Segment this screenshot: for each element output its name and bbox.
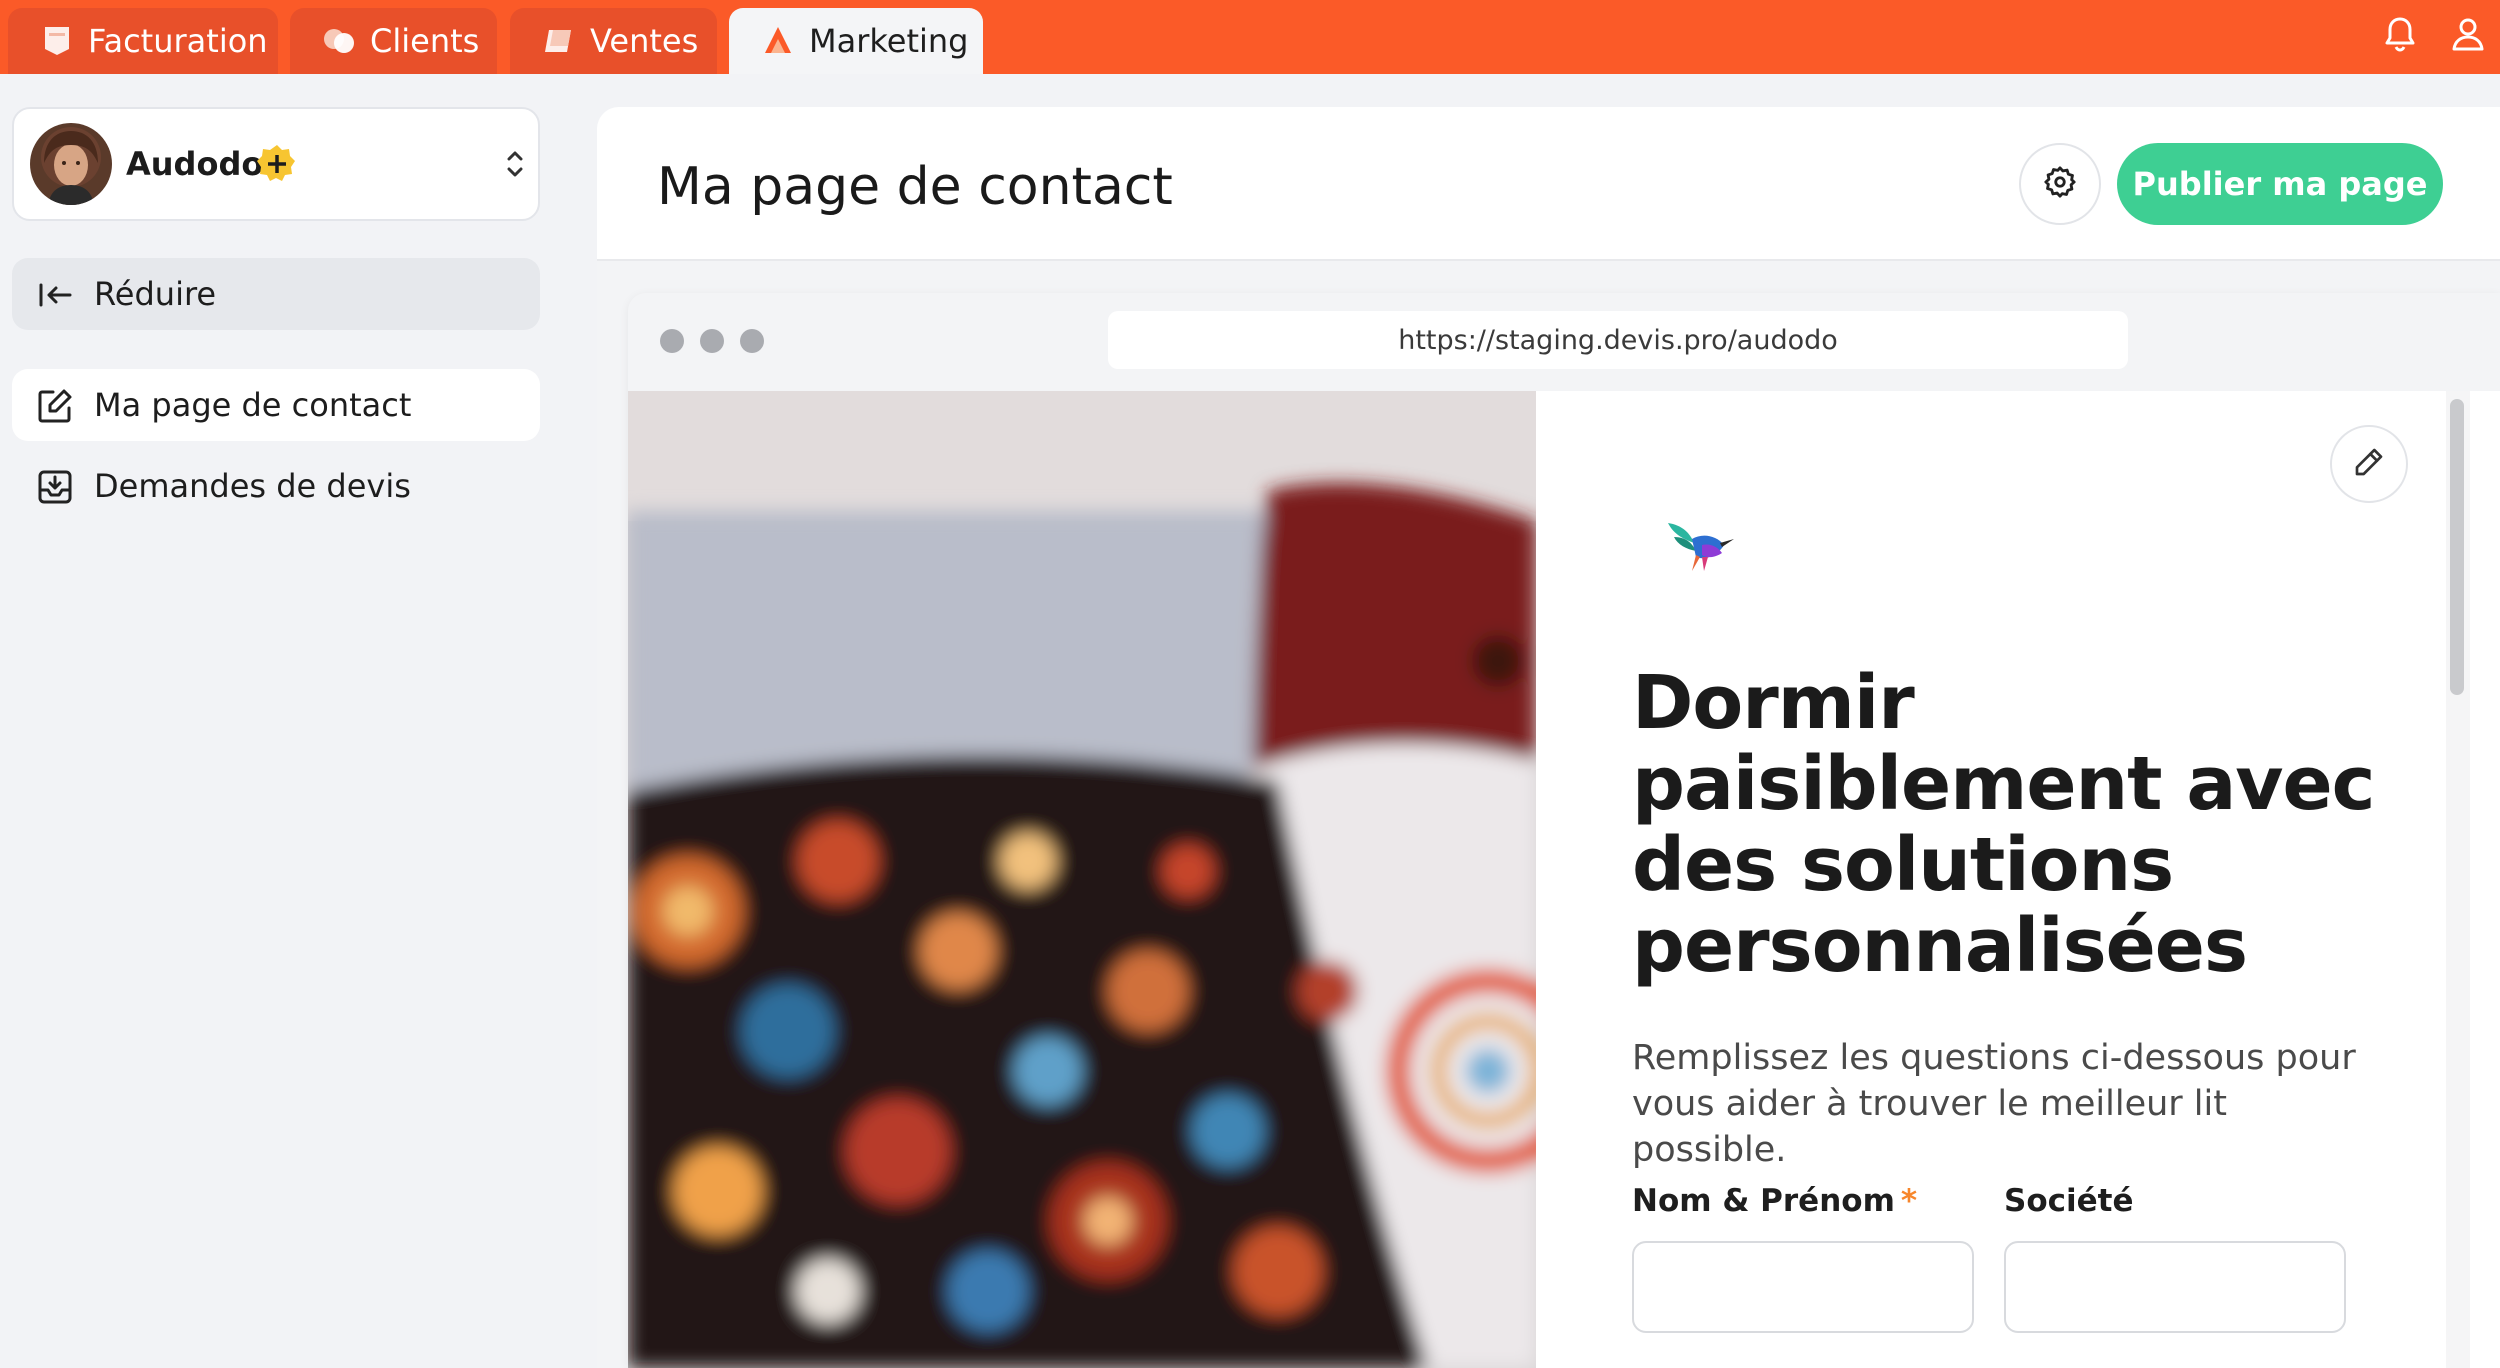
tab-marketing[interactable]: Marketing	[729, 8, 983, 74]
url-bar[interactable]: https://staging.devis.pro/audodo	[1108, 311, 2128, 369]
hero-headline: Dormir paisiblement avec des solutions p…	[1632, 660, 2376, 989]
page-title: Ma page de contact	[657, 157, 1173, 217]
chevron-updown-icon	[502, 147, 528, 181]
browser-preview: https://staging.devis.pro/audodo Dormir …	[628, 293, 2500, 1368]
sidebar-item-label: Ma page de contact	[94, 386, 412, 424]
invoice-icon	[40, 24, 74, 58]
tab-label: Ventes	[590, 22, 699, 60]
settings-button[interactable]	[2019, 143, 2101, 225]
tab-label: Marketing	[809, 22, 969, 60]
clients-icon	[322, 24, 356, 58]
window-dot	[740, 329, 764, 353]
tab-facturation[interactable]: Facturation	[8, 8, 278, 74]
hero-subtext: Remplissez les questions ci-dessous pour…	[1632, 1038, 2356, 1170]
name-input[interactable]	[1632, 1241, 1974, 1333]
collapse-sidebar-button[interactable]: Réduire	[12, 258, 540, 330]
user-icon[interactable]	[2446, 12, 2490, 56]
pencil-icon	[2353, 446, 2385, 482]
sidebar-item-contact-page[interactable]: Ma page de contact	[12, 369, 540, 441]
workspace-name: Audodo	[126, 145, 264, 183]
name-field-label: Nom & Prénom *	[1632, 1183, 1917, 1219]
company-field-label: Société	[2004, 1183, 2134, 1219]
collapse-arrow-icon	[36, 276, 74, 314]
edit-page-button[interactable]	[2330, 425, 2408, 503]
window-dot	[660, 329, 684, 353]
marketing-icon	[761, 24, 795, 58]
sidebar-item-quote-requests[interactable]: Demandes de devis	[12, 450, 540, 522]
tab-label: Facturation	[88, 22, 268, 60]
bell-icon[interactable]	[2378, 12, 2422, 56]
avatar	[30, 123, 112, 205]
name-label-text: Nom & Prénom	[1632, 1183, 1895, 1219]
scrollbar-thumb[interactable]	[2450, 399, 2464, 695]
collapse-label: Réduire	[94, 275, 217, 313]
window-dot	[700, 329, 724, 353]
workspace-switcher[interactable]: Audodo	[12, 107, 540, 221]
plus-badge-icon	[256, 143, 298, 185]
sales-icon	[542, 24, 576, 58]
inbox-icon	[36, 468, 74, 506]
tab-clients[interactable]: Clients	[290, 8, 497, 74]
company-input[interactable]	[2004, 1241, 2346, 1333]
publish-page-button[interactable]: Publier ma page	[2117, 143, 2443, 225]
hummingbird-logo-icon	[1662, 509, 1736, 583]
tab-label: Clients	[370, 22, 480, 60]
gear-icon	[2043, 165, 2077, 203]
tab-ventes[interactable]: Ventes	[510, 8, 717, 74]
sidebar-item-label: Demandes de devis	[94, 467, 411, 505]
top-navigation-bar: Facturation Clients Ventes Marketing	[0, 0, 2500, 74]
hero-image	[628, 391, 1536, 1368]
edit-page-icon	[36, 387, 74, 425]
contact-page-preview: Dormir paisiblement avec des solutions p…	[628, 391, 2500, 1368]
required-asterisk: *	[1900, 1183, 1918, 1219]
